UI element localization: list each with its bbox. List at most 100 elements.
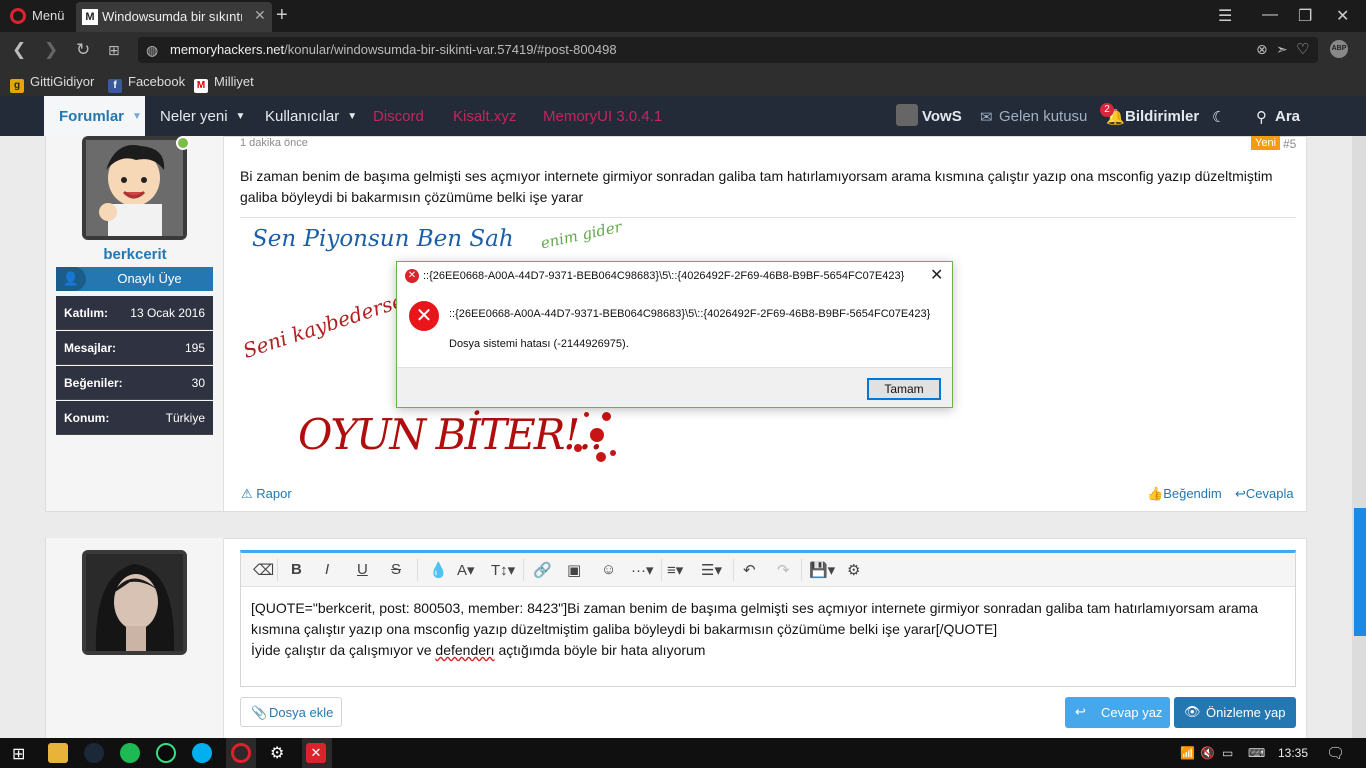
stat-label: Katılım: [64, 306, 109, 320]
error-small-icon: ✕ [405, 269, 419, 283]
bookmark-milliyet[interactable]: M Milliyet [194, 74, 254, 93]
taskbar-clock[interactable]: 13:35 [1278, 746, 1308, 760]
reply-avatar[interactable] [82, 550, 187, 655]
nav-memoryui[interactable]: MemoryUI 3.0.4.1 [543, 108, 662, 125]
scrollbar-thumb[interactable] [1354, 508, 1366, 636]
network-icon[interactable]: 📶 [1180, 746, 1195, 760]
site-navigation: Forumlar ▼ Neler yeni ▼ Kullanıcılar ▼ Disc… [0, 96, 1366, 136]
signature-line-1: Sen Piyonsun Ben Sah [252, 226, 514, 252]
nav-inbox[interactable]: Gelen kutusu [999, 108, 1087, 125]
close-tab-icon[interactable]: ✕ [254, 7, 266, 24]
avatar[interactable] [82, 136, 187, 240]
url-field[interactable]: ◍ memoryhackers.net/konular/windowsumda-… [138, 37, 1318, 63]
steam-icon[interactable] [84, 743, 104, 763]
report-link[interactable]: ⚠ Rapor [241, 486, 292, 502]
settings-gear-icon[interactable]: ⚙ [270, 743, 284, 763]
close-window-icon[interactable]: ✕ [1336, 6, 1349, 26]
spotify-icon[interactable] [120, 743, 140, 763]
bookmark-label: Facebook [128, 74, 186, 89]
image-icon[interactable]: ▣ [567, 561, 581, 579]
tab-menu-icon[interactable]: ☰ [1218, 6, 1232, 26]
eraser-icon[interactable]: ⌫ [253, 561, 274, 579]
browser-tab[interactable]: M Windowsumda bir sıkıntı v ✕ [76, 2, 272, 32]
smiley-icon[interactable]: ☺ [601, 561, 616, 578]
attach-label: Dosya ekle [269, 705, 334, 720]
post-time[interactable]: 1 dakika önce [240, 137, 308, 149]
restore-icon[interactable]: ❐ [1298, 6, 1312, 26]
error-taskbar-icon[interactable]: ✕ [306, 743, 326, 763]
search-icon[interactable]: ⚲ [1256, 108, 1267, 126]
ok-button[interactable]: Tamam [867, 378, 941, 400]
attach-file-button[interactable]: 📎 Dosya ekle [240, 697, 342, 727]
windows-start-icon[interactable]: ⊞ [12, 744, 25, 764]
browser-menu-button[interactable]: Menü [32, 8, 65, 23]
user-avatar-small[interactable] [896, 104, 918, 126]
chevron-down-icon[interactable]: ▼ [236, 111, 246, 122]
inbox-icon[interactable]: ✉ [980, 108, 993, 126]
more-icon[interactable]: ···▾ [631, 561, 654, 579]
font-family-icon[interactable]: A▾ [457, 561, 475, 579]
send-icon[interactable]: ➣ [1276, 41, 1288, 58]
bookmark-gittigidiyor[interactable]: g GittiGidiyor [10, 74, 94, 93]
back-icon[interactable]: ❮ [12, 40, 26, 60]
scrollbar[interactable] [1352, 136, 1366, 738]
preview-button[interactable]: 👁 Önizleme yap [1174, 697, 1296, 728]
chevron-down-icon[interactable]: ▼ [132, 111, 142, 122]
keyboard-icon[interactable]: ⌨ [1248, 746, 1265, 760]
forward-icon[interactable]: ❯ [44, 40, 58, 60]
list-icon[interactable]: ☰▾ [701, 561, 722, 579]
heart-icon[interactable]: ♡ [1296, 40, 1309, 58]
notification-center-icon[interactable]: 🗨 [1326, 744, 1345, 762]
font-size-icon[interactable]: T↕▾ [491, 561, 515, 579]
volume-muted-icon[interactable]: 🔇 [1200, 746, 1215, 760]
bookmark-label: Milliyet [214, 74, 254, 89]
nav-discord[interactable]: Discord [373, 108, 424, 125]
like-link[interactable]: 👍Beğendim [1147, 486, 1222, 502]
nav-search[interactable]: Ara [1275, 108, 1300, 125]
nav-forumlar[interactable]: Forumlar ▼ [59, 108, 142, 125]
strikethrough-icon[interactable]: S [391, 561, 401, 578]
chevron-down-icon[interactable]: ▼ [347, 111, 357, 122]
opera-taskbar-icon[interactable] [231, 743, 251, 763]
nav-alerts[interactable]: Bildirimler [1125, 108, 1199, 125]
save-draft-icon[interactable]: 💾▾ [809, 561, 835, 579]
color-drop-icon[interactable]: 💧 [429, 561, 448, 579]
undo-icon[interactable]: ↶ [743, 561, 756, 579]
nav-kisalt[interactable]: Kisalt.xyz [453, 108, 516, 125]
speed-dial-icon[interactable]: ⊞ [108, 42, 120, 59]
reload-icon[interactable]: ↻ [76, 40, 90, 60]
link-icon[interactable]: 🔗 [533, 561, 552, 579]
app-circle-icon[interactable] [156, 743, 176, 763]
user-photo-image [86, 554, 183, 651]
minimize-icon[interactable]: — [1262, 6, 1278, 24]
editor-content[interactable]: [QUOTE="berkcerit, post: 800503, member:… [251, 598, 1281, 661]
reply-link[interactable]: ↩Cevapla [1235, 486, 1294, 502]
dialog-close-icon[interactable]: ✕ [930, 265, 943, 285]
post-username[interactable]: berkcerit [46, 246, 224, 263]
settings-gear-icon[interactable]: ⚙ [847, 561, 860, 579]
redo-icon[interactable]: ↷ [777, 561, 790, 579]
post-number[interactable]: #5 [1283, 137, 1296, 151]
rich-text-editor[interactable]: ⌫ B I U S 💧 A▾ T↕▾ 🔗 ▣ ☺ ···▾ ≡▾ ☰▾ ↶ ↷ … [240, 550, 1296, 687]
facebook-icon: f [108, 79, 122, 93]
file-explorer-icon[interactable] [48, 743, 68, 763]
url-text: memoryhackers.net/konular/windowsumda-bi… [170, 42, 617, 57]
globe-icon: ◍ [146, 42, 159, 58]
post-reply-button[interactable]: ↩ Cevap yaz [1065, 697, 1170, 728]
bold-icon[interactable]: B [291, 561, 302, 578]
url-domain: memoryhackers.net [170, 42, 285, 57]
moon-icon[interactable]: ☾ [1212, 108, 1225, 126]
skype-icon[interactable] [192, 743, 212, 763]
italic-icon[interactable]: I [325, 561, 329, 578]
new-tab-icon[interactable]: + [276, 4, 288, 27]
adblock-icon[interactable]: ABP [1330, 40, 1348, 58]
nav-kullanicilar[interactable]: Kullanıcılar ▼ [265, 108, 357, 125]
bookmark-facebook[interactable]: f Facebook [108, 74, 185, 93]
battery-icon[interactable]: ▭ [1222, 746, 1233, 760]
align-icon[interactable]: ≡▾ [667, 561, 683, 579]
nav-user[interactable]: VowS [922, 108, 962, 125]
underline-icon[interactable]: U [357, 561, 368, 578]
opera-logo-icon[interactable] [10, 8, 26, 24]
nav-neler-yeni[interactable]: Neler yeni ▼ [160, 108, 245, 125]
block-icon[interactable]: ⊗ [1256, 41, 1268, 58]
